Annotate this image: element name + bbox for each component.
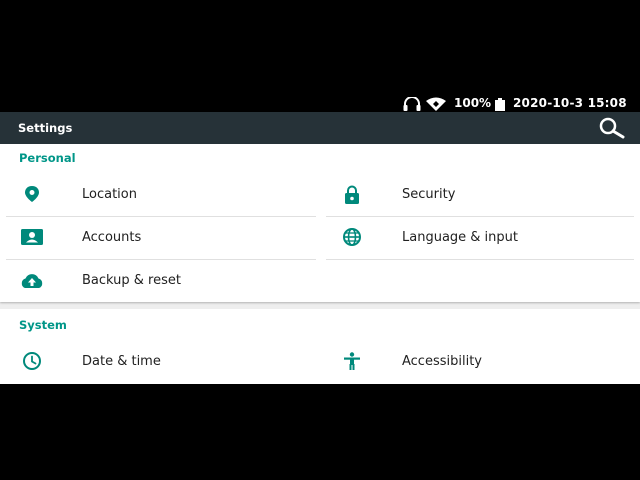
section-header-system: System [19, 318, 67, 332]
location-pin-icon [18, 185, 46, 205]
section-header-personal: Personal [19, 151, 76, 165]
settings-item-label: Accessibility [402, 354, 482, 369]
settings-item-label: Date & time [82, 354, 161, 369]
status-datetime: 2020-10-3 15:08 [513, 96, 627, 110]
settings-item-location[interactable]: Location [0, 173, 320, 216]
system-section: System Date & time Accessibility [0, 309, 640, 384]
settings-item-label: Security [402, 187, 456, 202]
toolbar: Settings [0, 112, 640, 144]
settings-item-label: Accounts [82, 230, 142, 245]
accessibility-icon [338, 352, 366, 372]
account-card-icon [18, 228, 46, 248]
status-bar: 100% 2020-10-3 15:08 [0, 94, 640, 112]
settings-content: Personal Location Security Accounts Lang… [0, 144, 640, 384]
settings-item-label: Location [82, 187, 137, 202]
settings-item-backup-reset[interactable]: Backup & reset [0, 259, 320, 302]
page-title: Settings [18, 121, 73, 135]
divider [326, 259, 634, 260]
settings-item-date-time[interactable]: Date & time [0, 340, 320, 383]
lock-icon [338, 185, 366, 205]
clock-icon [18, 352, 46, 372]
settings-item-label: Language & input [402, 230, 518, 245]
settings-item-label: Backup & reset [82, 273, 181, 288]
search-icon[interactable] [598, 116, 626, 140]
personal-section: Personal Location Security Accounts Lang… [0, 144, 640, 302]
settings-item-language-input[interactable]: Language & input [320, 216, 640, 259]
battery-level: 100% [454, 96, 492, 110]
globe-icon [338, 228, 366, 248]
settings-item-accessibility[interactable]: Accessibility [320, 340, 640, 383]
settings-screen: 100% 2020-10-3 15:08 Settings Personal L… [0, 0, 640, 480]
settings-item-accounts[interactable]: Accounts [0, 216, 320, 259]
cloud-upload-icon [18, 271, 46, 291]
settings-item-security[interactable]: Security [320, 173, 640, 216]
